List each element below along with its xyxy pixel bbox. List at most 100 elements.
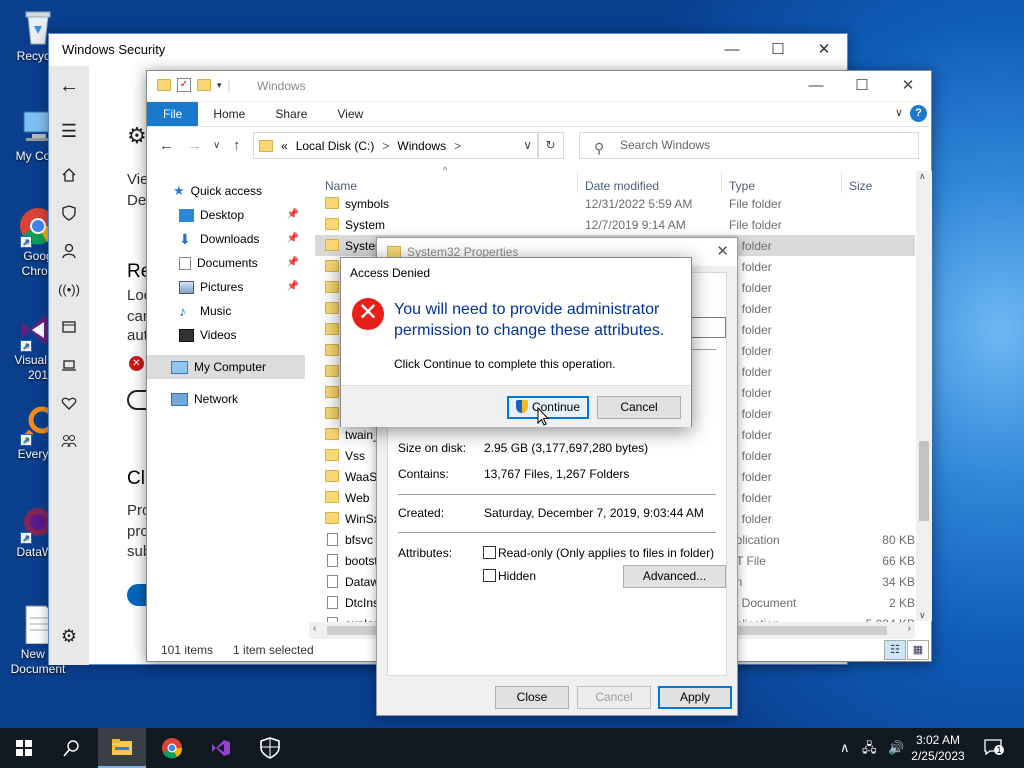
- tab-view[interactable]: View: [322, 102, 378, 126]
- nav-music[interactable]: ♪ Music: [147, 299, 305, 323]
- close-button[interactable]: Close: [495, 686, 569, 709]
- pin-icon[interactable]: 📌: [287, 227, 299, 251]
- notification-center-icon[interactable]: 1: [984, 739, 1006, 757]
- table-row[interactable]: System 12/7/2019 9:14 AM File folder: [315, 214, 915, 235]
- cell-date-modified: 12/7/2019 9:14 AM: [585, 218, 686, 232]
- breadcrumb-separator[interactable]: >: [454, 139, 461, 153]
- recent-locations-icon[interactable]: ∨: [213, 140, 220, 151]
- minimize-button[interactable]: —: [793, 71, 839, 101]
- column-date-modified[interactable]: Date modified: [585, 179, 659, 193]
- hamburger-menu-icon[interactable]: ☰: [49, 106, 89, 156]
- cell-type: xt Document: [729, 596, 797, 610]
- column-size[interactable]: Size: [849, 179, 872, 193]
- app-browser-icon[interactable]: [49, 308, 89, 346]
- advanced-button[interactable]: Advanced...: [623, 565, 726, 588]
- column-separator[interactable]: [841, 171, 842, 193]
- family-icon[interactable]: [49, 422, 89, 460]
- clock-time: 3:02 AM: [915, 733, 961, 747]
- nav-pictures[interactable]: Pictures 📌: [147, 275, 305, 299]
- address-dropdown-icon[interactable]: ∨: [523, 138, 532, 152]
- tab-share[interactable]: Share: [260, 102, 322, 126]
- cancel-button[interactable]: Cancel: [577, 686, 651, 709]
- wireless-icon[interactable]: ((•)): [49, 270, 89, 308]
- nav-quick-access[interactable]: ★ Quick access: [147, 179, 305, 203]
- maximize-button[interactable]: ☐: [839, 71, 885, 101]
- nav-downloads[interactable]: ⬇ Downloads 📌: [147, 227, 305, 251]
- readonly-checkbox[interactable]: [483, 546, 496, 559]
- cell-size: 80 KB: [882, 533, 915, 547]
- person-icon[interactable]: [49, 232, 89, 270]
- heart-health-icon[interactable]: [49, 384, 89, 422]
- new-folder-icon[interactable]: [197, 79, 211, 91]
- taskbar-windows-security[interactable]: [246, 728, 294, 768]
- back-arrow-icon[interactable]: ←: [49, 66, 89, 106]
- shield-icon[interactable]: [49, 194, 89, 232]
- cancel-button[interactable]: Cancel: [597, 396, 681, 419]
- file-icon: [327, 533, 338, 546]
- back-arrow-icon[interactable]: ←: [159, 137, 174, 154]
- apply-button[interactable]: Apply: [658, 686, 732, 709]
- details-view-icon[interactable]: ☷: [884, 640, 906, 660]
- scroll-down-icon[interactable]: ∨: [919, 610, 926, 621]
- nav-videos[interactable]: Videos: [147, 323, 305, 347]
- column-name[interactable]: Name: [325, 179, 357, 193]
- close-button[interactable]: ✕: [885, 71, 931, 101]
- nav-desktop[interactable]: Desktop 📌: [147, 203, 305, 227]
- uac-shield-icon: [515, 400, 528, 413]
- up-arrow-icon[interactable]: ↑: [233, 137, 241, 154]
- customize-dropdown-icon[interactable]: ▾: [217, 80, 222, 91]
- volume-tray-icon[interactable]: 🔊: [888, 728, 904, 768]
- clock[interactable]: 3:02 AM 2/25/2023: [908, 728, 968, 768]
- pin-icon[interactable]: 📌: [287, 203, 299, 227]
- nav-documents[interactable]: Documents 📌: [147, 251, 305, 275]
- nav-my-computer[interactable]: My Computer: [147, 355, 305, 379]
- breadcrumb-prefix[interactable]: «: [281, 139, 288, 153]
- hidden-label[interactable]: Hidden: [498, 569, 536, 583]
- laptop-icon[interactable]: [49, 346, 89, 384]
- cell-name: Vss: [345, 449, 366, 463]
- column-type[interactable]: Type: [729, 179, 755, 193]
- close-button[interactable]: ✕: [801, 34, 847, 66]
- table-row[interactable]: symbols 12/31/2022 5:59 AM File folder: [315, 193, 915, 214]
- scroll-up-icon[interactable]: ∧: [919, 171, 926, 182]
- scroll-right-icon[interactable]: ›: [908, 623, 911, 634]
- tab-home[interactable]: Home: [198, 102, 260, 126]
- ribbon-expand-icon[interactable]: ∨: [895, 106, 903, 119]
- maximize-button[interactable]: ☐: [755, 34, 801, 66]
- breadcrumb-separator[interactable]: >: [382, 139, 389, 153]
- close-icon[interactable]: ✕: [716, 238, 729, 266]
- large-icons-view-icon[interactable]: ▦: [907, 640, 929, 660]
- search-button[interactable]: [48, 728, 96, 768]
- navigation-pane: ★ Quick access Desktop 📌 ⬇ Downloads 📌 D…: [147, 179, 305, 639]
- properties-check-icon[interactable]: ✓: [177, 78, 191, 92]
- tab-file[interactable]: File: [147, 102, 199, 126]
- address-bar[interactable]: « Local Disk (C:) > Windows > ∨: [253, 132, 539, 159]
- scrollbar-thumb[interactable]: [919, 441, 929, 521]
- start-button[interactable]: [0, 728, 48, 768]
- pin-icon[interactable]: 📌: [287, 275, 299, 299]
- scroll-left-icon[interactable]: ‹: [313, 623, 316, 634]
- hidden-checkbox[interactable]: [483, 569, 496, 582]
- notification-count: 1: [994, 745, 1004, 755]
- taskbar-file-explorer[interactable]: [98, 728, 146, 768]
- folder-icon: [325, 281, 339, 293]
- minimize-button[interactable]: —: [709, 34, 755, 66]
- search-input[interactable]: ⚲ Search Windows: [579, 132, 919, 159]
- taskbar-chrome[interactable]: [148, 728, 196, 768]
- readonly-label[interactable]: Read-only (Only applies to files in fold…: [498, 546, 714, 560]
- column-separator[interactable]: [577, 171, 578, 193]
- breadcrumb-folder[interactable]: Windows: [397, 139, 446, 153]
- breadcrumb-disk[interactable]: Local Disk (C:): [296, 139, 375, 153]
- taskbar-visual-studio[interactable]: [197, 728, 245, 768]
- nav-network[interactable]: Network: [147, 387, 305, 411]
- home-icon[interactable]: [49, 156, 89, 194]
- show-hidden-icons-icon[interactable]: ∧: [840, 728, 850, 768]
- settings-gear-icon[interactable]: ⚙: [49, 617, 89, 655]
- column-separator[interactable]: [721, 171, 722, 193]
- vertical-scrollbar[interactable]: ∧ ∨: [916, 171, 932, 621]
- help-icon[interactable]: ?: [910, 105, 927, 122]
- pin-icon[interactable]: 📌: [287, 251, 299, 275]
- refresh-icon[interactable]: ↻: [537, 132, 564, 159]
- forward-arrow-icon[interactable]: →: [187, 137, 202, 154]
- network-tray-icon[interactable]: 🖧: [862, 728, 877, 768]
